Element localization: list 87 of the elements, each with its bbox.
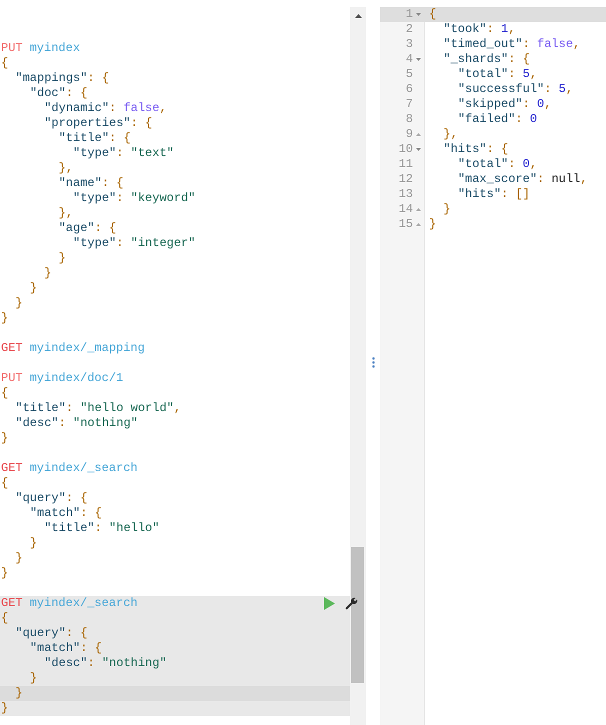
code-line: "failed": 0 — [456, 112, 538, 127]
code-line: "type": "integer" — [72, 236, 196, 251]
code-line: "title": { — [58, 131, 132, 146]
fold-caret-icon[interactable] — [416, 148, 421, 151]
request-method: PUT — [1, 41, 23, 56]
line-number: 5 — [406, 67, 413, 82]
line-number: 11 — [398, 157, 413, 172]
scrollbar[interactable] — [350, 7, 366, 725]
line-number: 15 — [398, 217, 413, 232]
code-line: } — [14, 551, 24, 566]
request-path: myindex/doc/1 — [30, 371, 124, 386]
code-line: } — [43, 266, 52, 281]
line-number: 8 — [406, 112, 413, 127]
line-number: 14 — [398, 202, 413, 217]
code-line: "total": 0, — [456, 157, 538, 172]
request-path: myindex — [30, 41, 80, 56]
line-number: 7 — [406, 97, 413, 112]
code-line: "type": "keyword" — [72, 191, 196, 206]
code-line: } — [1, 566, 10, 581]
line-number: 1 — [406, 7, 413, 22]
code-line: { — [1, 476, 10, 491]
line-number: 3 — [406, 37, 413, 52]
fold-caret-icon[interactable] — [416, 223, 421, 226]
fold-caret-icon[interactable] — [416, 58, 421, 61]
fold-caret-icon[interactable] — [416, 133, 421, 136]
code-line: } — [1, 311, 10, 326]
code-line: "successful": 5, — [456, 82, 574, 97]
request-method: GET — [1, 461, 23, 476]
resize-handle-icon[interactable] — [372, 357, 374, 368]
code-line: "hits": { — [442, 142, 508, 157]
code-line: "dynamic": false, — [43, 101, 168, 116]
code-line: "desc": "nothing" — [14, 416, 139, 431]
code-line: } — [58, 251, 67, 266]
code-line: "skipped": 0, — [456, 97, 552, 112]
code-line: "query": { — [14, 626, 88, 641]
code-line: "timed_out": false, — [442, 37, 580, 52]
code-line: }, — [58, 161, 74, 176]
code-line: } — [442, 202, 451, 217]
request-path: myindex/_search — [30, 461, 138, 476]
code-line: "desc": "nothing" — [43, 656, 168, 671]
fold-caret-icon[interactable] — [416, 208, 421, 211]
code-line: { — [1, 611, 10, 626]
code-line: "age": { — [58, 221, 118, 236]
code-line: "title": "hello world", — [14, 401, 182, 416]
request-method: GET — [1, 341, 23, 356]
line-number: 9 — [406, 127, 413, 142]
request-path: myindex/_mapping — [30, 341, 145, 356]
code-line: } — [28, 281, 38, 296]
code-line: "name": { — [58, 176, 124, 191]
line-number: 10 — [398, 142, 413, 157]
code-line: { — [429, 7, 436, 22]
line-number: 6 — [406, 82, 413, 97]
code-line: "match": { — [28, 641, 103, 656]
fold-caret-icon[interactable] — [416, 13, 421, 16]
code-line: } — [28, 536, 38, 551]
request-method: PUT — [1, 371, 23, 386]
code-line: }, — [442, 127, 458, 142]
code-line: "match": { — [28, 506, 103, 521]
code-line: "type": "text" — [72, 146, 175, 161]
code-line: } — [1, 701, 10, 716]
line-number: 4 — [406, 52, 413, 67]
scroll-up-icon[interactable] — [354, 14, 362, 18]
code-line: } — [1, 431, 10, 446]
line-number: 12 — [398, 172, 413, 187]
code-line: }, — [58, 206, 74, 221]
code-line: { — [1, 56, 10, 71]
code-line: } — [429, 217, 436, 232]
code-line: } — [28, 671, 38, 686]
scrollbar-thumb[interactable] — [351, 547, 364, 683]
code-line: "hits": [] — [456, 187, 530, 202]
code-line: "_shards": { — [442, 52, 530, 67]
line-number: 2 — [406, 22, 413, 37]
request-method: GET — [1, 596, 23, 611]
code-line: "took": 1, — [442, 22, 516, 37]
request-path: myindex/_search — [30, 596, 138, 611]
code-line: "total": 5, — [456, 67, 538, 82]
code-line: "mappings": { — [14, 71, 110, 86]
code-line: "title": "hello" — [43, 521, 160, 536]
code-line: "query": { — [14, 491, 88, 506]
code-line: "properties": { — [43, 116, 154, 131]
wrench-icon[interactable] — [345, 597, 358, 610]
code-line: } — [14, 296, 24, 311]
code-line: { — [1, 386, 10, 401]
code-line: "max_score": null, — [456, 172, 588, 187]
line-number: 13 — [398, 187, 413, 202]
play-icon[interactable] — [324, 597, 335, 610]
code-line: "doc": { — [28, 86, 88, 101]
